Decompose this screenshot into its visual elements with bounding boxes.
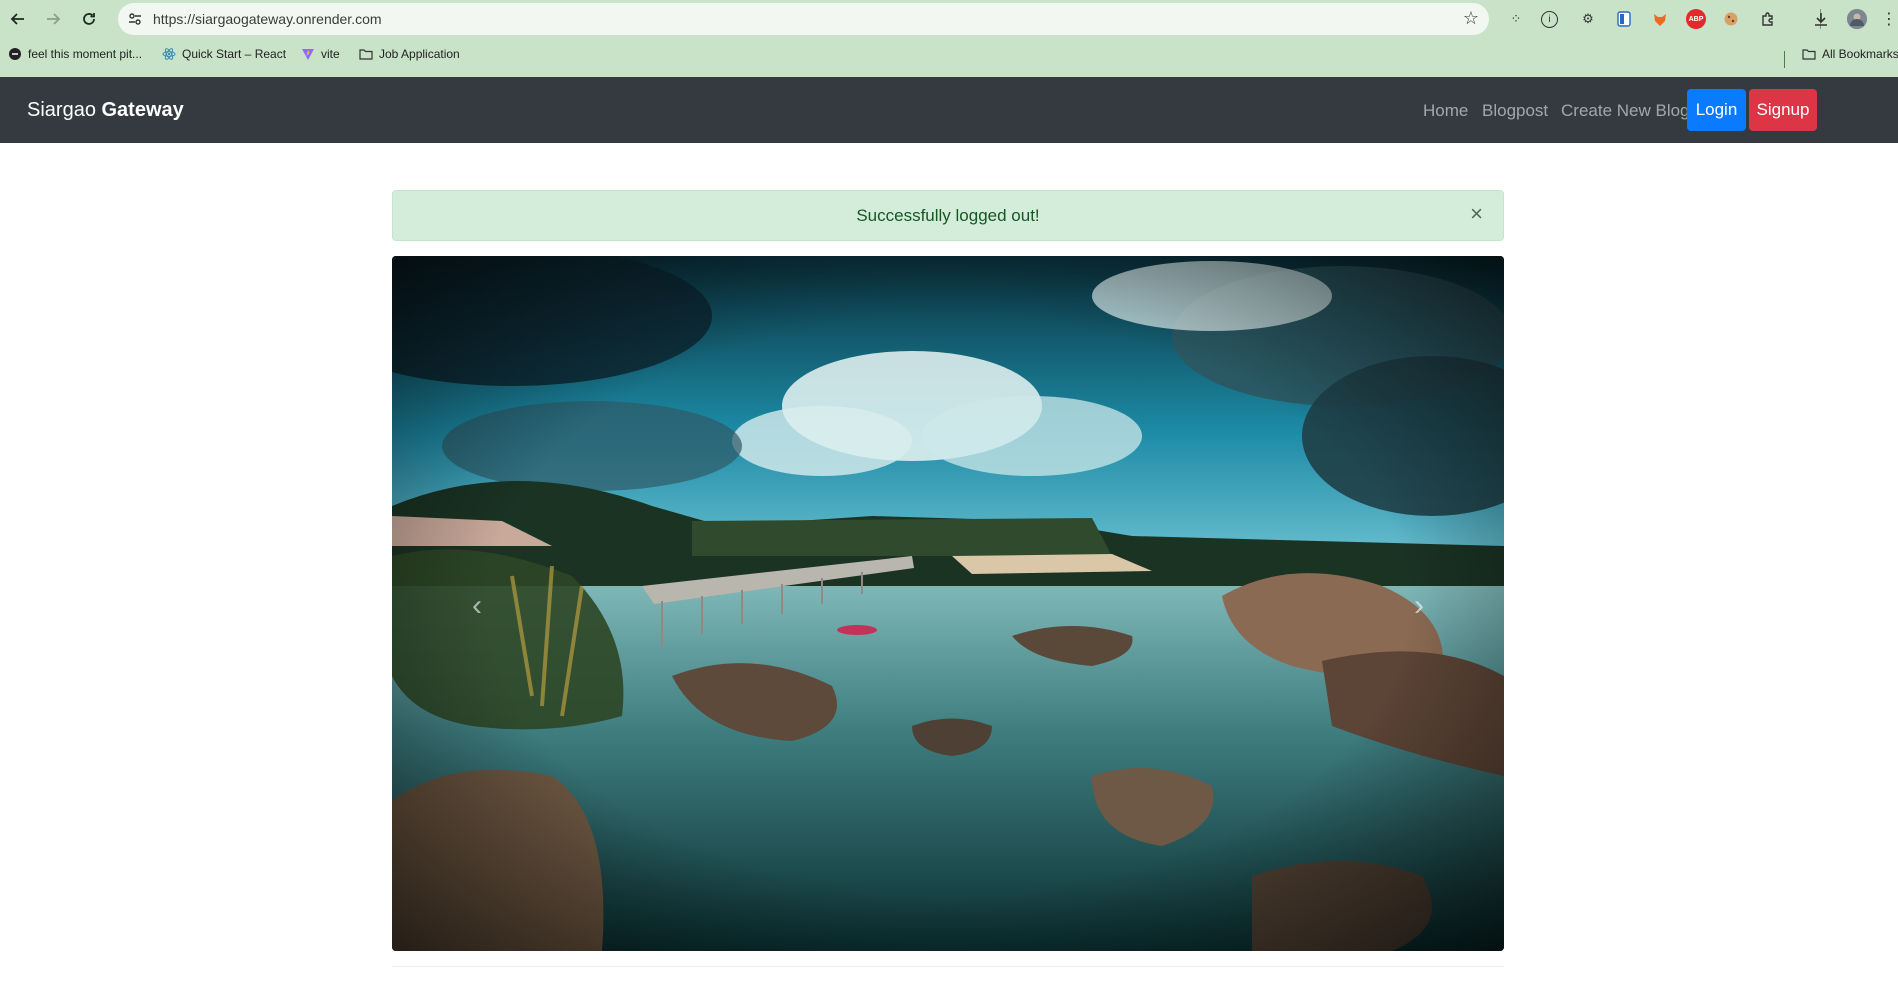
bookmark-item[interactable]: vite <box>301 47 340 61</box>
carousel-image <box>392 256 1504 951</box>
extension-cookie-icon[interactable] <box>1721 9 1741 29</box>
all-bookmarks-folder[interactable]: All Bookmarks <box>1802 47 1898 61</box>
bookmark-label: feel this moment pit... <box>28 47 143 61</box>
bookmarks-separator <box>1784 51 1785 68</box>
address-bar[interactable]: https://siargaogateway.onrender.com ☆ <box>118 3 1489 35</box>
brand-logo[interactable]: Siargao Gateway <box>27 99 184 122</box>
alert-message: Successfully logged out! <box>856 206 1040 225</box>
profile-avatar-icon[interactable] <box>1847 9 1867 29</box>
back-icon[interactable] <box>6 7 30 31</box>
carousel-next-icon[interactable]: › <box>1404 586 1434 626</box>
brand-first: Siargao <box>27 99 96 121</box>
bookmark-star-icon[interactable]: ☆ <box>1463 8 1479 29</box>
download-icon[interactable] <box>1811 9 1831 29</box>
login-button[interactable]: Login <box>1687 89 1746 131</box>
logout-success-alert: Successfully logged out! × <box>392 190 1504 241</box>
brand-second: Gateway <box>101 99 184 121</box>
extension-dots-icon[interactable]: ⁘ <box>1506 9 1526 29</box>
site-settings-icon[interactable] <box>126 10 144 28</box>
browser-toolbar: https://siargaogateway.onrender.com ☆ ⁘ … <box>0 0 1898 38</box>
url-text[interactable]: https://siargaogateway.onrender.com <box>153 11 382 27</box>
bookmark-item[interactable]: Quick Start – React <box>162 47 286 61</box>
bookmark-label: vite <box>321 47 340 61</box>
all-bookmarks-label: All Bookmarks <box>1822 47 1898 61</box>
nav-home[interactable]: Home <box>1423 101 1468 121</box>
page-icon <box>8 47 22 61</box>
bookmark-label: Quick Start – React <box>182 47 287 61</box>
react-icon <box>162 47 176 61</box>
browser-menu-icon[interactable]: ⋮ <box>1881 9 1897 29</box>
extension-info-icon[interactable]: i <box>1541 11 1558 28</box>
site-navbar: Siargao Gateway Home Blogpost Create New… <box>0 77 1898 143</box>
folder-icon <box>359 47 373 61</box>
bookmark-label: Job Application <box>379 47 460 61</box>
extensions-puzzle-icon[interactable] <box>1758 9 1778 29</box>
bookmarks-bar: feel this moment pit... Quick Start – Re… <box>0 42 1898 70</box>
extension-fox-icon[interactable] <box>1650 9 1670 29</box>
extension-doc-icon[interactable] <box>1614 9 1634 29</box>
bookmark-folder[interactable]: Job Application <box>359 47 460 61</box>
close-icon[interactable]: × <box>1470 203 1483 225</box>
hero-carousel: ‹ › <box>392 256 1504 951</box>
folder-icon <box>1802 47 1816 61</box>
forward-icon[interactable] <box>41 7 65 31</box>
nav-blogpost[interactable]: Blogpost <box>1482 101 1548 121</box>
signup-button[interactable]: Signup <box>1749 89 1817 131</box>
carousel-prev-icon[interactable]: ‹ <box>462 586 492 626</box>
extension-gear-icon[interactable]: ⚙ <box>1578 9 1598 29</box>
reload-icon[interactable] <box>77 7 101 31</box>
bookmark-item[interactable]: feel this moment pit... <box>8 47 142 61</box>
adblock-icon[interactable]: ABP <box>1686 9 1706 29</box>
browser-chrome: https://siargaogateway.onrender.com ☆ ⁘ … <box>0 0 1898 77</box>
vite-icon <box>301 47 315 61</box>
content-divider <box>392 966 1504 967</box>
nav-create-new-blog[interactable]: Create New Blog <box>1561 101 1690 121</box>
